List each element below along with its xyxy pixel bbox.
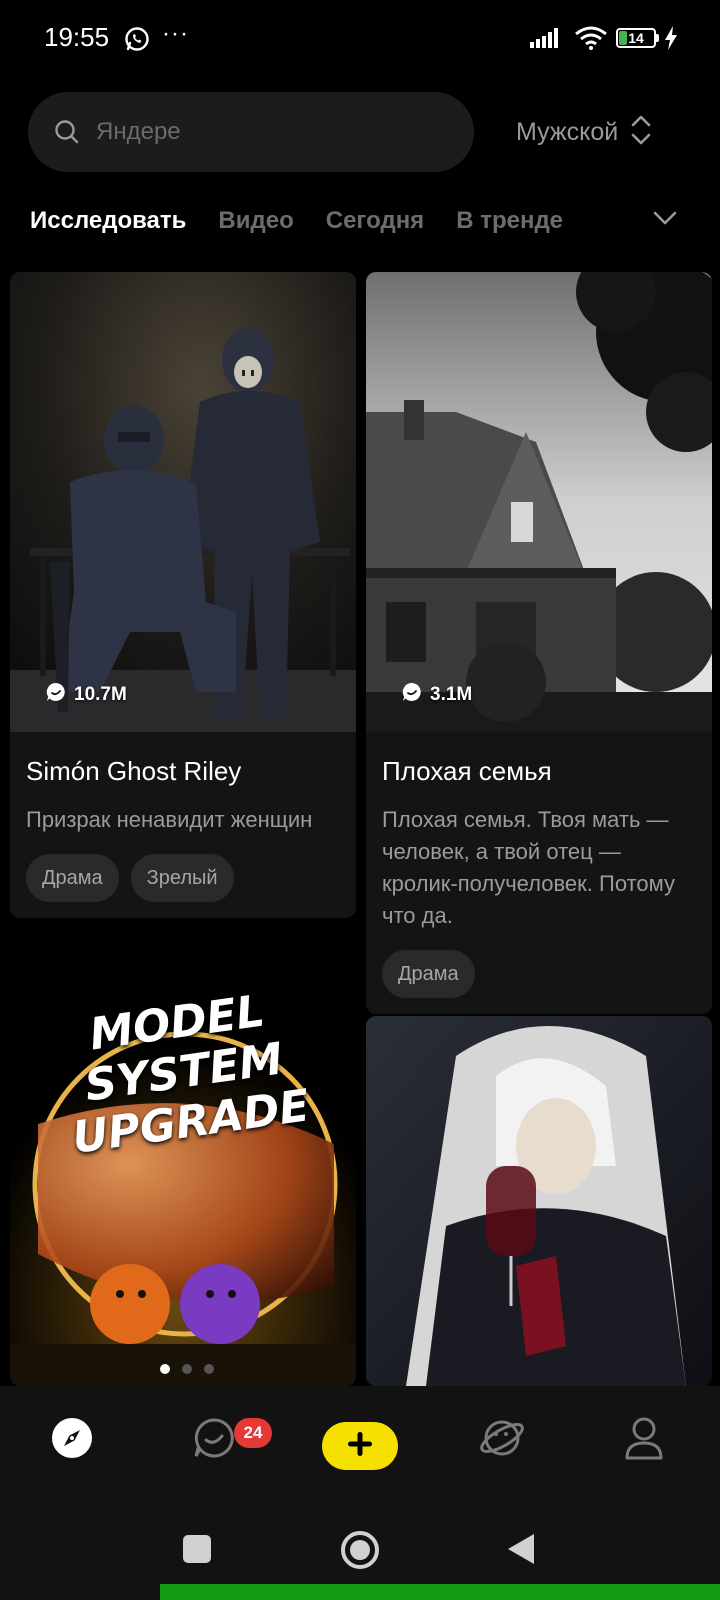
battery-level: 14: [628, 30, 644, 46]
chat-bubble-icon: [46, 682, 66, 708]
promo-banner[interactable]: MODEL SYSTEM UPGRADE: [10, 954, 356, 1386]
signal-icon: [530, 26, 564, 53]
search-input[interactable]: [96, 112, 456, 152]
profile-icon: [624, 1416, 664, 1465]
nav-profile[interactable]: [614, 1410, 674, 1470]
back-triangle-icon[interactable]: [506, 1532, 536, 1571]
planet-icon: [478, 1416, 526, 1465]
chat-count: 3.1M: [402, 682, 472, 708]
bottom-nav: 24: [0, 1386, 720, 1498]
carousel-dot[interactable]: [204, 1364, 214, 1374]
chevron-down-icon[interactable]: [652, 208, 678, 233]
character-card[interactable]: 3.1M Плохая семья Плохая семья. Твоя мат…: [366, 272, 712, 1014]
nav-community[interactable]: [472, 1410, 532, 1470]
card-title: Simón Ghost Riley: [26, 756, 242, 786]
search-bar[interactable]: [28, 92, 474, 172]
progress-bar: [160, 1584, 720, 1600]
charging-icon: [664, 26, 678, 55]
status-bar: 19:55 ··· 14: [0, 0, 720, 80]
tag-chip[interactable]: Драма: [382, 950, 475, 998]
chat-count-value: 3.1M: [430, 684, 473, 705]
card-description: Плохая семья. Твоя мать — человек, а тво…: [382, 807, 676, 928]
character-image: 3.1M: [366, 272, 712, 732]
tab-today[interactable]: Сегодня: [326, 200, 424, 242]
character-card[interactable]: [366, 1016, 712, 1386]
chat-count: 10.7M: [46, 682, 127, 708]
compass-icon: [51, 1417, 93, 1464]
gender-select-label: Мужской: [516, 117, 619, 146]
gender-select[interactable]: Мужской: [516, 110, 652, 154]
character-image: [366, 1016, 712, 1386]
chat-bubble-icon: [192, 1416, 236, 1465]
chat-count-value: 10.7M: [74, 684, 127, 705]
plus-icon: [346, 1430, 374, 1463]
wifi-icon: [574, 26, 608, 55]
battery-tip: [656, 34, 659, 42]
card-description: Призрак ненавидит женщин: [26, 807, 313, 832]
chat-bubble-icon: [402, 682, 422, 708]
more-notifications-icon: ···: [162, 20, 189, 47]
carousel-dot[interactable]: [182, 1364, 192, 1374]
unread-badge: 24: [234, 1418, 272, 1448]
carousel-dot-active[interactable]: [160, 1364, 170, 1374]
character-card[interactable]: 10.7M Simón Ghost Riley Призрак ненавиди…: [10, 272, 356, 918]
nav-explore[interactable]: [42, 1410, 102, 1470]
recents-square-icon[interactable]: [182, 1534, 212, 1569]
search-icon: [54, 119, 80, 150]
card-title: Плохая семья: [382, 756, 552, 786]
tag-list: Драма Зрелый: [26, 854, 340, 902]
tab-video[interactable]: Видео: [218, 200, 293, 242]
category-tabs: Исследовать Видео Сегодня В тренде: [30, 200, 650, 242]
tag-list: Драма: [382, 950, 696, 998]
tab-explore[interactable]: Исследовать: [30, 200, 186, 242]
home-circle-icon[interactable]: [340, 1530, 380, 1575]
character-image: 10.7M: [10, 272, 356, 732]
create-button[interactable]: [322, 1422, 398, 1470]
whatsapp-icon: [124, 26, 150, 57]
tag-chip[interactable]: Драма: [26, 854, 119, 902]
status-time: 19:55: [44, 22, 110, 52]
sort-updown-icon: [630, 113, 652, 152]
battery-icon: 14: [616, 28, 656, 48]
tag-chip[interactable]: Зрелый: [130, 854, 234, 902]
carousel-dots: [160, 1364, 214, 1374]
tab-trending[interactable]: В тренде: [456, 200, 563, 242]
